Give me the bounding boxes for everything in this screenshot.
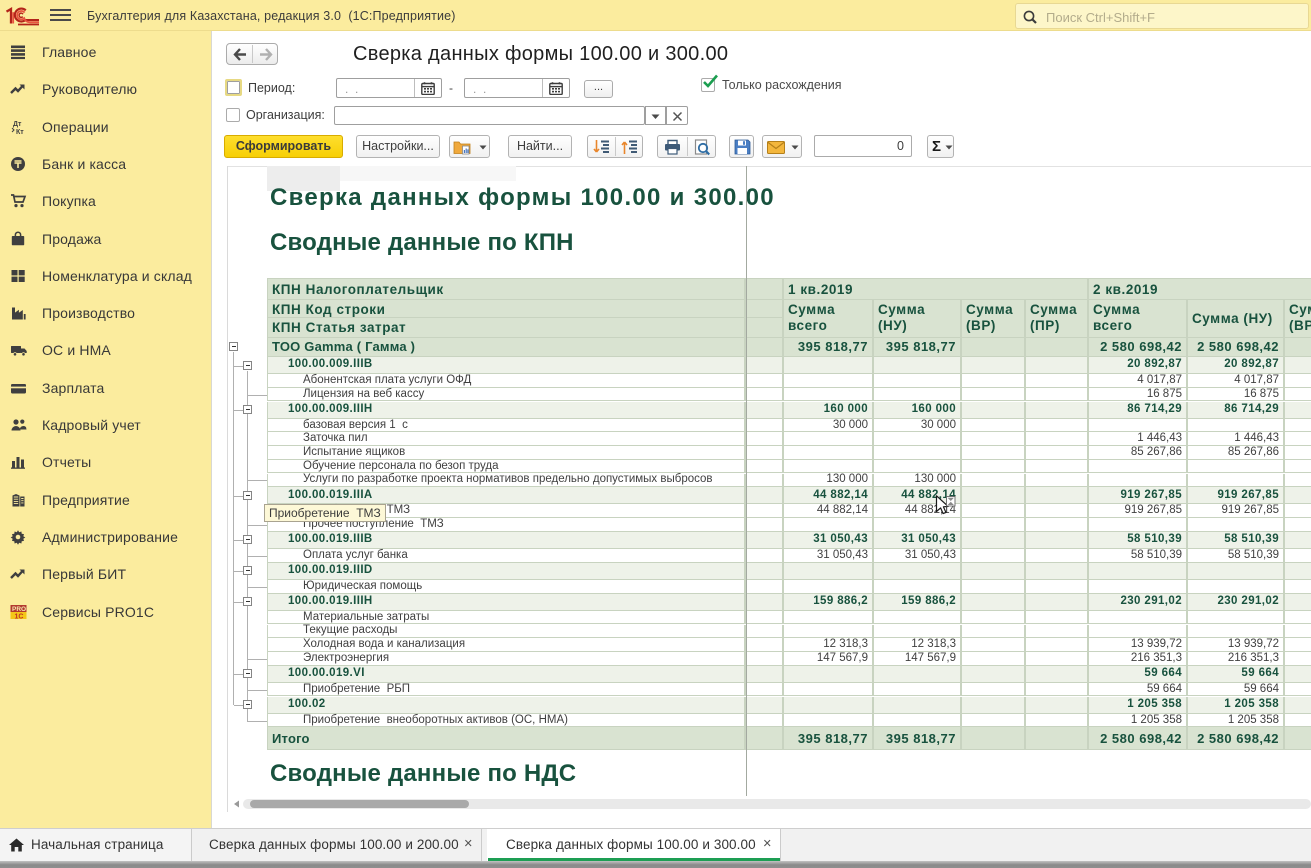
svg-text:1С: 1С <box>15 613 24 619</box>
svg-text:PRO: PRO <box>12 606 26 613</box>
svg-text:Дт: Дт <box>13 121 22 128</box>
svg-text:Кт: Кт <box>16 129 24 135</box>
